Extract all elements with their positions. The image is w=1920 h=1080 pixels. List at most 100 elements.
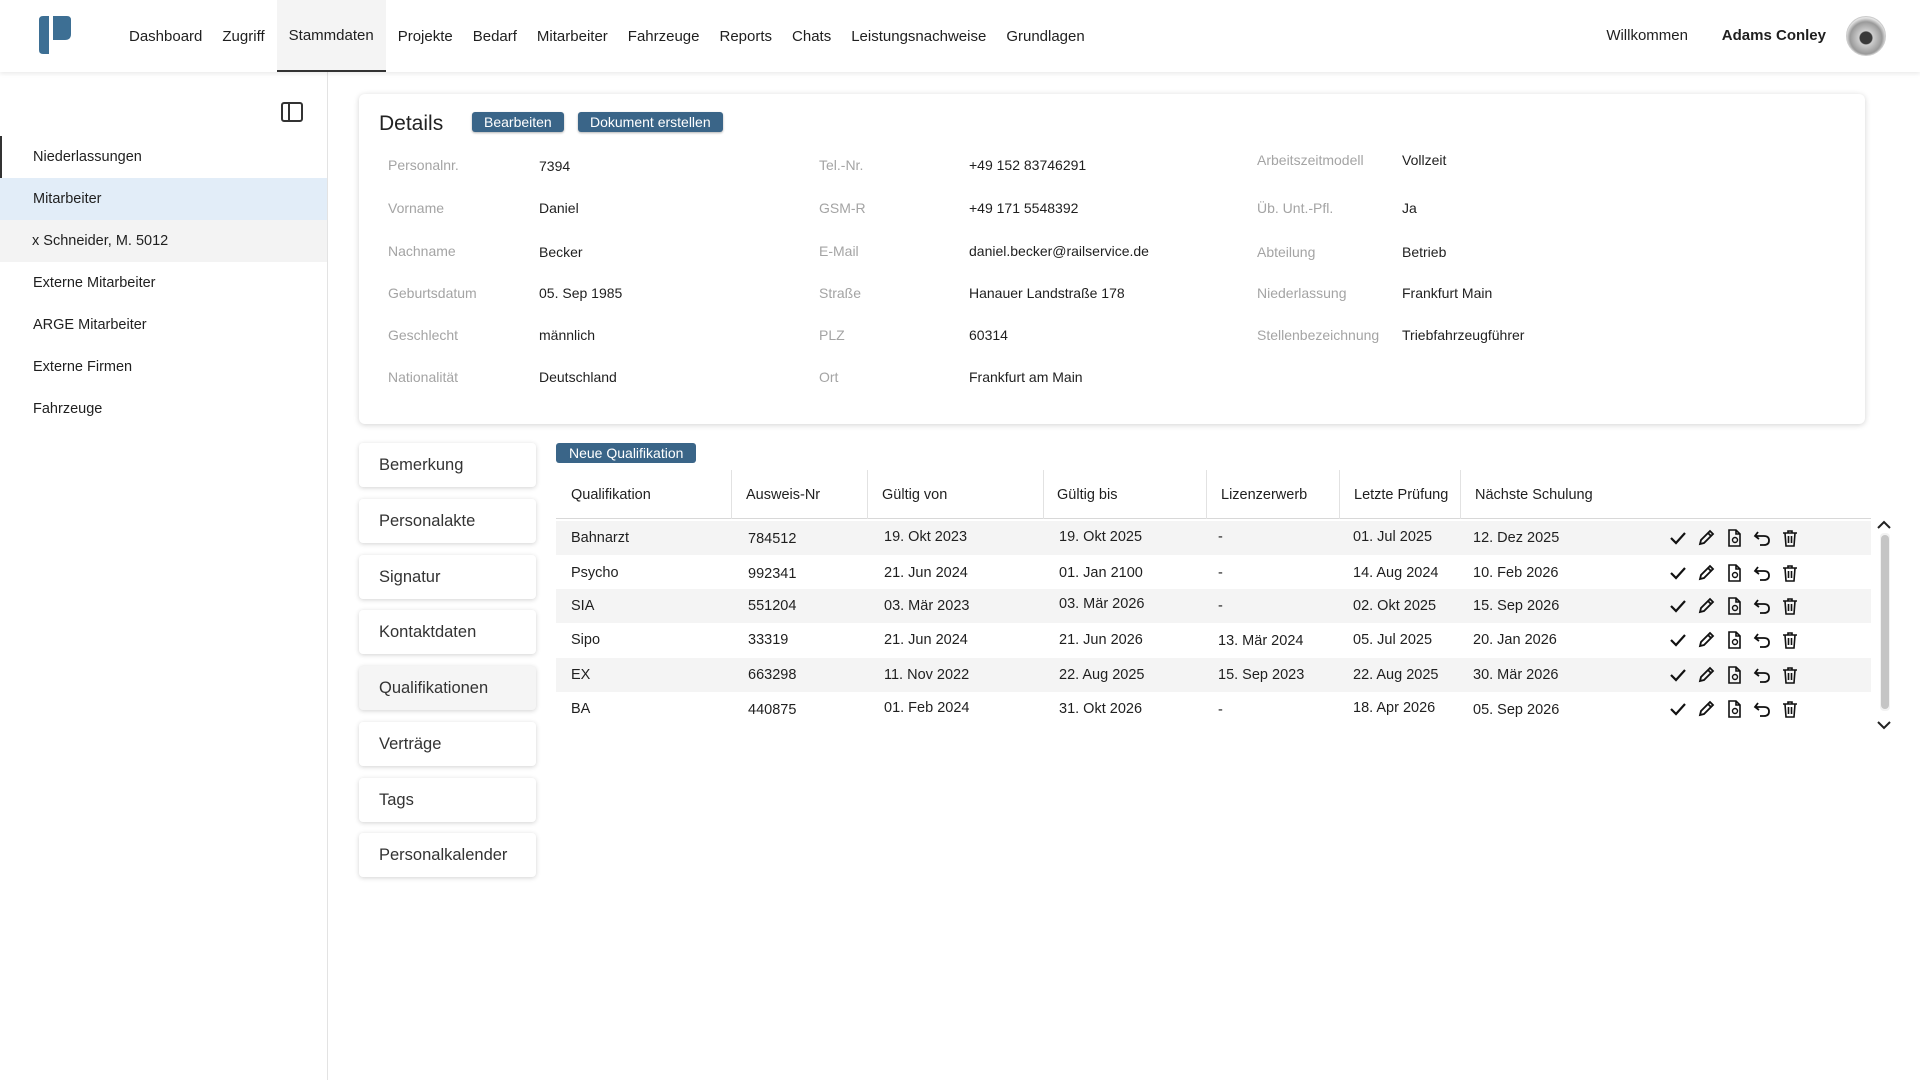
table-cell: 14. Aug 2024: [1353, 565, 1439, 581]
tab-personalakte[interactable]: Personalakte: [359, 499, 536, 543]
document-icon[interactable]: [1720, 629, 1748, 651]
nav-leistungsnachweise[interactable]: Leistungsnachweise: [843, 0, 994, 72]
tab-bemerkung[interactable]: Bemerkung: [359, 443, 536, 487]
table-cell: 22. Aug 2025: [1353, 667, 1439, 683]
tab-tags[interactable]: Tags: [359, 778, 536, 822]
table-row[interactable]: EX 663298 11. Nov 2022 22. Aug 2025 15. Sep …: [556, 658, 1871, 692]
edit-button[interactable]: Bearbeiten: [472, 112, 564, 132]
column-header[interactable]: Letzte Prüfung: [1339, 470, 1461, 519]
pencil-icon[interactable]: [1692, 527, 1720, 549]
check-icon[interactable]: [1664, 595, 1692, 617]
sidebar-toggle-icon[interactable]: [281, 102, 303, 122]
app-logo[interactable]: [37, 14, 73, 56]
table-cell: 05. Jul 2025: [1353, 632, 1433, 648]
undo-icon[interactable]: [1748, 527, 1776, 549]
nav-stammdaten[interactable]: Stammdaten: [276, 0, 386, 72]
tab-kontaktdaten[interactable]: Kontaktdaten: [359, 610, 536, 654]
nav-chats[interactable]: Chats: [784, 0, 839, 72]
trash-icon[interactable]: [1776, 629, 1804, 651]
check-icon[interactable]: [1664, 698, 1692, 720]
sidebar-item-selected-employee[interactable]: x Schneider, M. 5012: [0, 220, 327, 262]
field-label: Straße: [819, 285, 862, 301]
table-cell: 13. Mär 2024: [1218, 633, 1304, 649]
trash-icon[interactable]: [1776, 562, 1804, 584]
column-header[interactable]: Gültig von: [867, 470, 1044, 519]
create-document-button[interactable]: Dokument erstellen: [578, 112, 723, 132]
avatar[interactable]: [1846, 16, 1886, 56]
field-label: Tel.-Nr.: [819, 157, 864, 173]
nav-dashboard[interactable]: Dashboard: [121, 0, 210, 72]
nav-grundlagen[interactable]: Grundlagen: [998, 0, 1092, 72]
document-icon[interactable]: [1720, 698, 1748, 720]
top-navigation-bar: Dashboard Zugriff Stammdaten Projekte Be…: [0, 0, 1920, 72]
field-label: GSM-R: [819, 200, 866, 216]
row-actions: [1664, 521, 1804, 555]
column-header[interactable]: Qualifikation: [556, 470, 732, 519]
field-value: Frankfurt am Main: [969, 369, 1083, 385]
column-header[interactable]: Nächste Schulung: [1460, 470, 1640, 519]
check-icon[interactable]: [1664, 562, 1692, 584]
table-row[interactable]: BA 440875 01. Feb 2024 31. Okt 2026 - 18. Apr…: [556, 692, 1871, 726]
table-row[interactable]: Bahnarzt 784512 19. Okt 2023 19. Okt 2025 - 0…: [556, 521, 1871, 555]
nav-fahrzeuge[interactable]: Fahrzeuge: [620, 0, 708, 72]
trash-icon[interactable]: [1776, 698, 1804, 720]
undo-icon[interactable]: [1748, 595, 1776, 617]
pencil-icon[interactable]: [1692, 629, 1720, 651]
scroll-up-icon[interactable]: [1876, 518, 1892, 532]
tab-qualifikationen[interactable]: Qualifikationen: [359, 666, 536, 710]
trash-icon[interactable]: [1776, 527, 1804, 549]
table-row[interactable]: Sipo 33319 21. Jun 2024 21. Jun 2026 13. Mär…: [556, 623, 1871, 657]
pencil-icon[interactable]: [1692, 664, 1720, 686]
table-row[interactable]: Psycho 992341 21. Jun 2024 01. Jan 2100 - 14.…: [556, 556, 1871, 590]
table-cell: 21. Jun 2024: [884, 565, 968, 581]
table-cell: Psycho: [571, 565, 619, 581]
trash-icon[interactable]: [1776, 664, 1804, 686]
scrollbar-thumb[interactable]: [1881, 535, 1889, 709]
sidebar-item-niederlassungen[interactable]: Niederlassungen: [0, 136, 327, 178]
user-name[interactable]: Adams Conley: [1722, 27, 1826, 44]
scroll-down-icon[interactable]: [1876, 718, 1892, 732]
nav-reports[interactable]: Reports: [712, 0, 781, 72]
pencil-icon[interactable]: [1692, 562, 1720, 584]
table-cell: EX: [571, 667, 591, 683]
table-row[interactable]: SIA 551204 03. Mär 2023 03. Mär 2026 - 02. Ok…: [556, 589, 1871, 623]
sidebar-item-arge-mitarbeiter[interactable]: ARGE Mitarbeiter: [0, 304, 327, 346]
sidebar-item-mitarbeiter[interactable]: Mitarbeiter: [0, 178, 327, 220]
tab-vertraege[interactable]: Verträge: [359, 722, 536, 766]
nav-mitarbeiter[interactable]: Mitarbeiter: [529, 0, 616, 72]
document-icon[interactable]: [1720, 562, 1748, 584]
document-icon[interactable]: [1720, 664, 1748, 686]
table-cell: 663298: [748, 667, 797, 683]
check-icon[interactable]: [1664, 629, 1692, 651]
undo-icon[interactable]: [1748, 698, 1776, 720]
sidebar-item-externe-firmen[interactable]: Externe Firmen: [0, 346, 327, 388]
check-icon[interactable]: [1664, 664, 1692, 686]
undo-icon[interactable]: [1748, 664, 1776, 686]
document-icon[interactable]: [1720, 595, 1748, 617]
field-label: Abteilung: [1257, 244, 1316, 260]
column-header[interactable]: Ausweis-Nr: [731, 470, 868, 519]
undo-icon[interactable]: [1748, 562, 1776, 584]
tab-signatur[interactable]: Signatur: [359, 555, 536, 599]
undo-icon[interactable]: [1748, 629, 1776, 651]
nav-projekte[interactable]: Projekte: [390, 0, 461, 72]
field-label: Üb. Unt.-Pfl.: [1257, 200, 1334, 216]
check-icon[interactable]: [1664, 527, 1692, 549]
new-qualification-button[interactable]: Neue Qualifikation: [556, 443, 697, 463]
sidebar-item-fahrzeuge[interactable]: Fahrzeuge: [0, 388, 327, 430]
pencil-icon[interactable]: [1692, 698, 1720, 720]
sidebar-item-externe-mitarbeiter[interactable]: Externe Mitarbeiter: [0, 262, 327, 304]
tab-personalkalender[interactable]: Personalkalender: [359, 833, 536, 877]
trash-icon[interactable]: [1776, 595, 1804, 617]
field-value: +49 152 83746291: [969, 157, 1087, 173]
column-header[interactable]: Gültig bis: [1042, 470, 1207, 519]
table-cell: 33319: [748, 632, 789, 648]
nav-zugriff[interactable]: Zugriff: [214, 0, 272, 72]
row-actions: [1664, 589, 1804, 623]
document-icon[interactable]: [1720, 527, 1748, 549]
table-cell: 30. Mär 2026: [1473, 667, 1559, 683]
pencil-icon[interactable]: [1692, 595, 1720, 617]
column-header[interactable]: Lizenzerwerb: [1206, 470, 1340, 519]
table-header: Qualifikation Ausweis-Nr Gültig von Gült…: [556, 470, 1871, 519]
nav-bedarf[interactable]: Bedarf: [465, 0, 525, 72]
